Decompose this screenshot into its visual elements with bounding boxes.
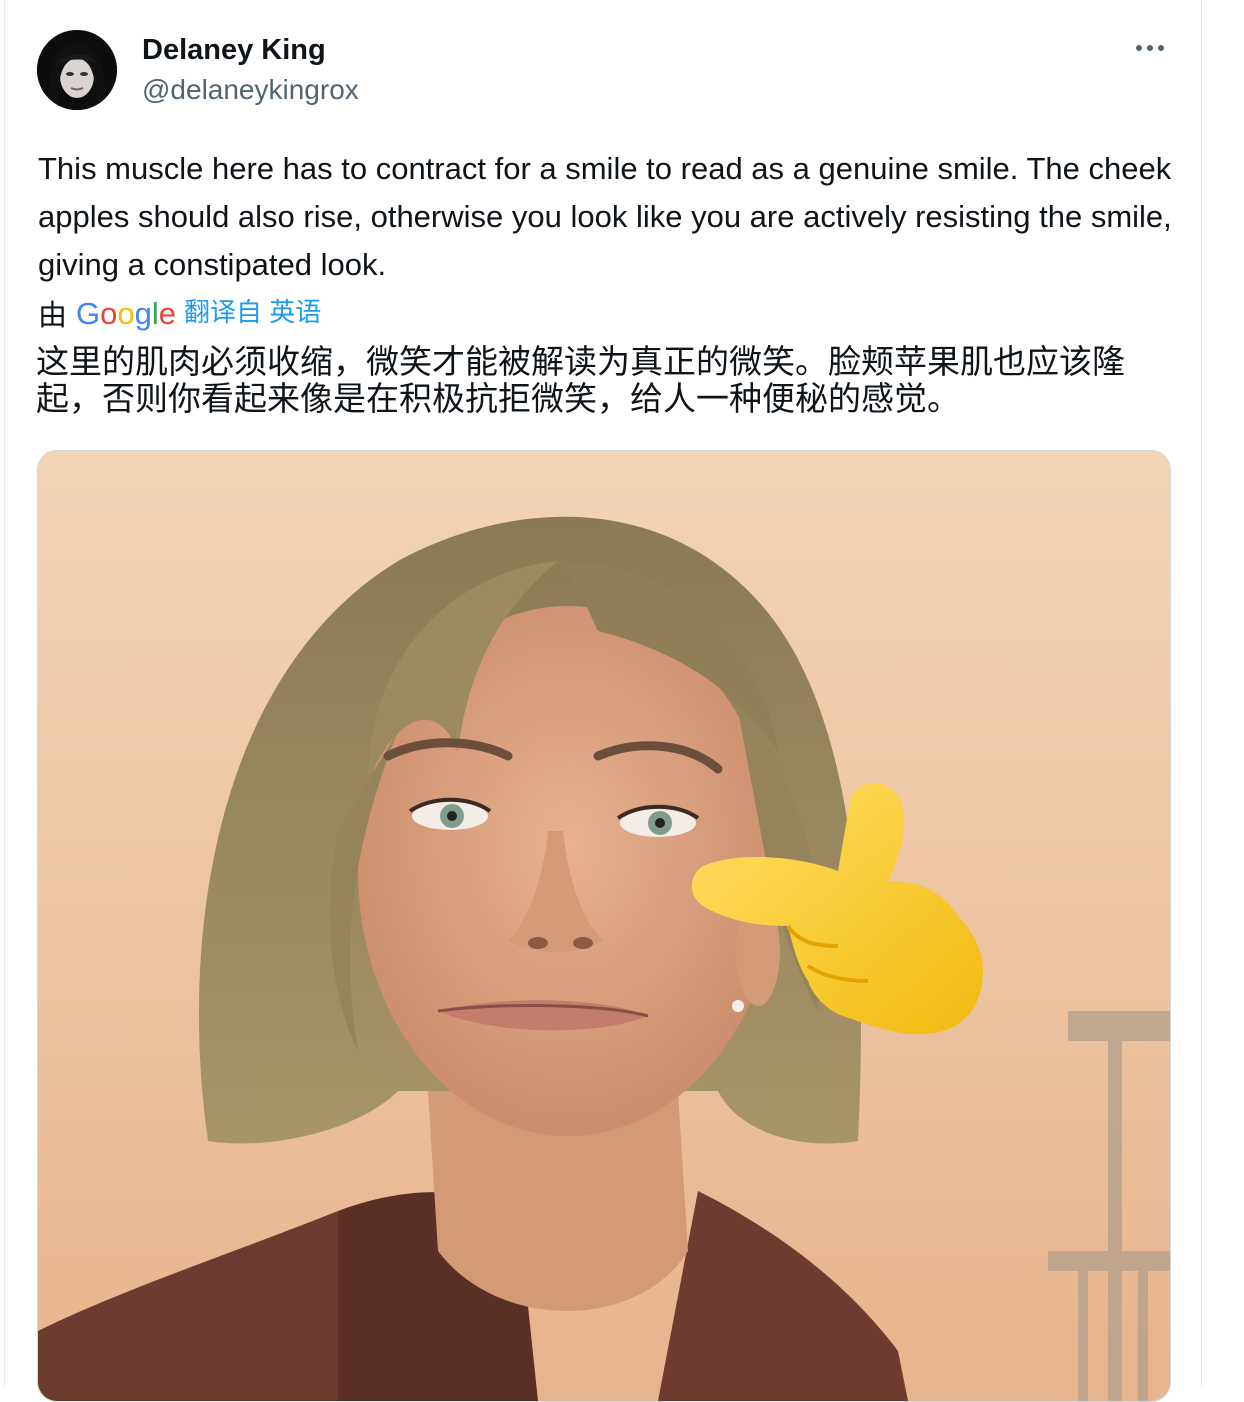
translated-from-link[interactable]: 翻译自 英语: [184, 294, 321, 330]
svg-text:Google: Google: [76, 296, 176, 331]
woman-face-photo: [38, 451, 1170, 1401]
author-display-name[interactable]: Delaney King: [142, 32, 326, 68]
author-avatar[interactable]: [37, 30, 117, 110]
avatar-image: [37, 30, 117, 110]
translation-by-label: 由: [38, 300, 68, 332]
more-options-button[interactable]: [1128, 30, 1172, 66]
tweet-text: This muscle here has to contract for a s…: [38, 151, 1172, 282]
more-options-icon: [1136, 45, 1164, 51]
author-handle[interactable]: @delaneykingrox: [142, 72, 359, 108]
google-logo: Google: [76, 296, 176, 331]
translated-text: 这里的肌肉必须收缩，微笑才能被解读为真正的微笑。脸颊苹果肌也应该隆起，否则你看起…: [36, 342, 1125, 418]
tweet-image[interactable]: [37, 450, 1171, 1402]
